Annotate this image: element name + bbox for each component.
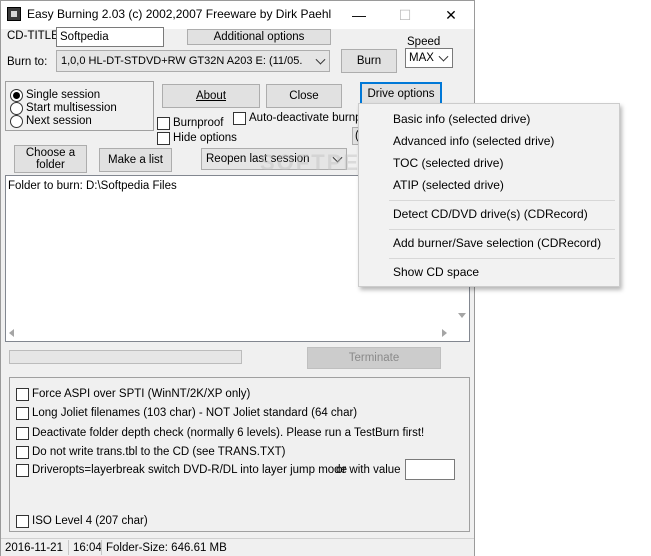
- multisession-label: Start multisession: [26, 102, 117, 114]
- burnproof-checkbox[interactable]: [157, 117, 170, 130]
- chevron-down-icon: [315, 54, 326, 65]
- status-bar: 2016-11-21 16:04 Folder-Size: 646.61 MB: [1, 538, 474, 556]
- scroll-down-arrow-icon[interactable]: [458, 313, 466, 318]
- hide-options-label: Hide options: [173, 132, 237, 144]
- cd-title-label: CD-TITLE: [7, 30, 59, 42]
- make-list-button[interactable]: Make a list: [99, 148, 172, 172]
- scroll-left-arrow-icon[interactable]: [9, 329, 14, 337]
- no-trans-checkbox[interactable]: [16, 446, 29, 459]
- single-session-radio[interactable]: [10, 89, 23, 102]
- with-value-label: or with value: [336, 464, 401, 476]
- layer-value-input[interactable]: [405, 459, 455, 480]
- choose-folder-button[interactable]: Choose a folder: [14, 145, 87, 173]
- auto-deactivate-label: Auto-deactivate burnpro: [249, 112, 372, 124]
- deactivate-depth-label: Deactivate folder depth check (normally …: [32, 427, 425, 439]
- speed-select-value: MAX: [409, 52, 434, 64]
- menu-item-add-burner[interactable]: Add burner/Save selection (CDRecord): [393, 236, 601, 250]
- long-joliet-checkbox[interactable]: [16, 407, 29, 420]
- force-aspi-checkbox[interactable]: [16, 388, 29, 401]
- maximize-button: ☐: [398, 7, 412, 23]
- menu-separator: [389, 200, 615, 201]
- menu-item-atip[interactable]: ATIP (selected drive): [393, 178, 504, 192]
- burnproof-label: Burnproof: [173, 117, 224, 129]
- driveropts-label: Driveropts=layerbreak switch DVD-R/DL in…: [32, 464, 347, 476]
- driveropts-checkbox[interactable]: [16, 464, 29, 477]
- force-aspi-label: Force ASPI over SPTI (WinNT/2K/XP only): [32, 388, 251, 400]
- menu-item-advanced-info[interactable]: Advanced info (selected drive): [393, 134, 554, 148]
- menu-separator: [389, 258, 615, 259]
- menu-item-toc[interactable]: TOC (selected drive): [393, 156, 503, 170]
- app-icon: [7, 7, 21, 21]
- next-session-label: Next session: [26, 115, 92, 127]
- title-bar[interactable]: Easy Burning 2.03 (c) 2002,2007 Freeware…: [1, 1, 474, 29]
- progress-bar: [9, 350, 242, 364]
- about-button-label: About: [195, 90, 227, 102]
- no-trans-label: Do not write trans.tbl to the CD (see TR…: [32, 446, 286, 458]
- iso-level4-label: ISO Level 4 (207 char): [32, 515, 148, 527]
- speed-label: Speed: [407, 36, 441, 48]
- speed-select[interactable]: MAX: [405, 48, 453, 68]
- status-folder-size: Folder-Size: 646.61 MB: [106, 542, 227, 554]
- status-time: 16:04: [73, 542, 102, 554]
- next-session-radio[interactable]: [10, 115, 23, 128]
- menu-item-detect-drives[interactable]: Detect CD/DVD drive(s) (CDRecord): [393, 207, 588, 221]
- burn-button[interactable]: Burn: [341, 49, 397, 73]
- close-button[interactable]: Close: [266, 84, 342, 108]
- window-title: Easy Burning 2.03 (c) 2002,2007 Freeware…: [27, 7, 332, 21]
- cd-title-input[interactable]: Softpedia: [56, 27, 164, 47]
- menu-item-basic-info[interactable]: Basic info (selected drive): [393, 112, 530, 126]
- minimize-button[interactable]: —: [336, 1, 382, 29]
- close-window-button[interactable]: ✕: [428, 1, 474, 29]
- terminate-button: Terminate: [307, 347, 441, 369]
- menu-item-show-cd-space[interactable]: Show CD space: [393, 265, 479, 279]
- burn-to-label: Burn to:: [7, 56, 48, 68]
- about-button[interactable]: About: [162, 84, 260, 108]
- deactivate-depth-checkbox[interactable]: [16, 427, 29, 440]
- hide-options-checkbox[interactable]: [157, 132, 170, 145]
- auto-deactivate-checkbox[interactable]: [233, 112, 246, 125]
- status-divider: [101, 540, 102, 555]
- status-date: 2016-11-21: [5, 542, 63, 554]
- chevron-down-icon: [438, 51, 449, 62]
- burner-select-value: 1,0,0 HL-DT-STDVD+RW GT32N A203 E: (11/0…: [61, 55, 303, 67]
- scroll-right-arrow-icon[interactable]: [442, 329, 447, 337]
- additional-options-button[interactable]: Additional options: [187, 29, 331, 45]
- status-divider: [68, 540, 69, 555]
- drive-options-menu: Basic info (selected drive) Advanced inf…: [358, 103, 620, 287]
- long-joliet-label: Long Joliet filenames (103 char) - NOT J…: [32, 407, 358, 419]
- folder-to-burn-line: Folder to burn: D:\Softpedia Files: [8, 180, 177, 192]
- iso-level4-checkbox[interactable]: [16, 515, 29, 528]
- multisession-radio[interactable]: [10, 102, 23, 115]
- single-session-label: Single session: [26, 89, 101, 101]
- burner-select[interactable]: 1,0,0 HL-DT-STDVD+RW GT32N A203 E: (11/0…: [56, 50, 330, 72]
- menu-separator: [389, 229, 615, 230]
